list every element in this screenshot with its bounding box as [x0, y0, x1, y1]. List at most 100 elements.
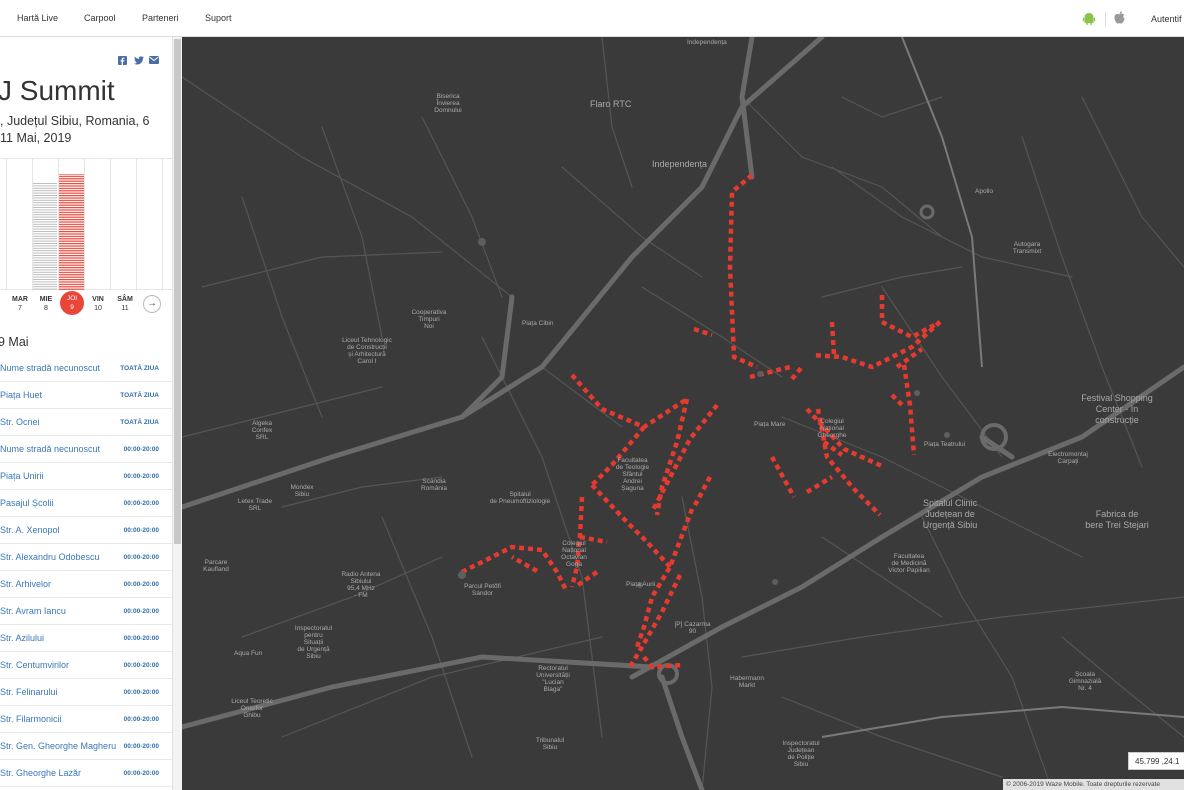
- map-label-inspectoratul-politie: Inspectoratul Județean de Poliție Sibiu: [782, 740, 820, 768]
- map-label-piata-aurii: Piața Aurii: [626, 581, 656, 588]
- map-label-apollo: Apollo: [975, 188, 994, 195]
- street-row[interactable]: Str. Gheorghe Lazăr 00:00-20:00: [0, 760, 172, 787]
- street-closure-time: TOATĂ ZIUA: [120, 365, 159, 372]
- map-label-radio: Radio Antena Sibiului 95,4 MHz - FM: [341, 571, 381, 599]
- street-name[interactable]: Nume stradă necunoscut: [0, 363, 100, 373]
- map-label-parcul-petofi: Parcul Petőfi Sándor: [464, 583, 501, 597]
- street-row[interactable]: Piața Huet TOATĂ ZIUA: [0, 382, 172, 409]
- day-tab-thu-selected[interactable]: JOI 9: [60, 291, 84, 315]
- map-label-independenta: Independența: [652, 159, 708, 169]
- day-traffic-chart: [0, 158, 172, 291]
- android-icon[interactable]: [1083, 12, 1095, 30]
- day-tab-sat[interactable]: SÂM 11: [112, 295, 138, 313]
- street-closure-time: 00:00-20:00: [123, 554, 159, 561]
- login-link[interactable]: Autentif: [1151, 14, 1182, 24]
- street-row[interactable]: Str. Azilului 00:00-20:00: [0, 625, 172, 652]
- street-name[interactable]: Str. Filarmonicii: [0, 714, 62, 724]
- street-row[interactable]: Str. Centumvirilor 00:00-20:00: [0, 652, 172, 679]
- closed-streets-list: Nume stradă necunoscut TOATĂ ZIUA Piața Hu…: [0, 355, 172, 787]
- street-row[interactable]: Str. Arhivelor 00:00-20:00: [0, 571, 172, 598]
- street-row[interactable]: Pasajul Școlii 00:00-20:00: [0, 490, 172, 517]
- street-row[interactable]: Piața Unirii 00:00-20:00: [0, 463, 172, 490]
- map-label-spitalul: Spitalul Clinic Județean de Urgență Sibi…: [922, 498, 978, 530]
- map-label-autogara: Autogara Transmixt: [1012, 241, 1042, 255]
- map-label-tribunalul: Tribunalul Sibiu: [535, 737, 565, 751]
- street-row[interactable]: Str. Felinarului 00:00-20:00: [0, 679, 172, 706]
- street-name[interactable]: Str. Centumvirilor: [0, 660, 69, 670]
- facebook-icon[interactable]: [118, 56, 127, 67]
- street-row[interactable]: Str. Gen. Gheorghe Magheru 00:00-20:00: [0, 733, 172, 760]
- street-closure-time: 00:00-20:00: [123, 689, 159, 696]
- map-label-scoala: Școala Gimnazială Nr. 4: [1068, 671, 1102, 692]
- map-label-cazarma: [P] Cazarma 90: [674, 621, 711, 635]
- event-sidebar: J Summit , Județul Sibiu, Romania, 6 11 …: [0, 37, 182, 790]
- email-icon[interactable]: [149, 56, 159, 66]
- street-row[interactable]: Str. Alexandru Odobescu 00:00-20:00: [0, 544, 172, 571]
- street-row[interactable]: Nume stradă necunoscut 00:00-20:00: [0, 436, 172, 463]
- street-name[interactable]: Str. Ocnei: [0, 417, 40, 427]
- street-closure-time: 00:00-20:00: [123, 716, 159, 723]
- map-label-piata-cibin: Piața Cibin: [522, 320, 554, 327]
- street-name[interactable]: Str. Gen. Gheorghe Magheru: [0, 741, 116, 751]
- map-label-rectoratul: Rectoratul Universității "Lucian Blaga": [536, 665, 570, 693]
- map-canvas[interactable]: [182, 37, 1184, 790]
- map-label-independenta-top: Independența: [687, 39, 727, 46]
- nav-live-map[interactable]: Hartă Live: [17, 13, 58, 23]
- map-label-piata-teatrului: Piața Teatrului: [924, 441, 966, 448]
- street-row[interactable]: Str. Ocnei TOATĂ ZIUA: [0, 409, 172, 436]
- scrollbar-thumb[interactable]: [174, 39, 181, 544]
- street-name[interactable]: Pasajul Școlii: [0, 498, 54, 508]
- map-label-cooperativa: Cooperativa Timpuri Noi: [411, 309, 447, 330]
- top-navigation-bar: Hartă Live Carpool Parteneri Suport Aute…: [0, 0, 1184, 37]
- street-closure-time: 00:00-20:00: [123, 446, 159, 453]
- next-day-button[interactable]: →: [143, 295, 161, 313]
- day-tab-fri[interactable]: VIN 10: [85, 295, 111, 313]
- street-name[interactable]: Str. Azilului: [0, 633, 44, 643]
- street-name[interactable]: Str. Alexandru Odobescu: [0, 552, 100, 562]
- street-name[interactable]: Str. Avram Iancu: [0, 606, 66, 616]
- map-label-facultatea-teologie: Facultatea de Teologie Sfântul Andrei Șa…: [615, 457, 650, 492]
- map-label-inspectoratul: Inspectoratul pentru Situații de Urgență…: [294, 625, 333, 660]
- nav-partners[interactable]: Parteneri: [142, 13, 179, 23]
- map-label-scandia: Scandia România: [420, 478, 447, 492]
- street-row[interactable]: Str. Filarmonicii 00:00-20:00: [0, 706, 172, 733]
- map-label-fabrica: Fabrica de bere Trei Stejari: [1085, 509, 1149, 530]
- live-map[interactable]: Independența Flaro RTC Independența Piaț…: [182, 37, 1184, 790]
- street-closure-time: 00:00-20:00: [123, 770, 159, 777]
- map-label-facultatea: Facultatea de Medicină Victor Papilian: [888, 553, 930, 574]
- street-closure-time: 00:00-20:00: [123, 743, 159, 750]
- day-tab-tue[interactable]: MAR 7: [7, 295, 33, 313]
- map-label-liceul: Liceul Tehnologic de Construcții și Arhi…: [342, 337, 392, 365]
- street-row[interactable]: Str. Avram Iancu 00:00-20:00: [0, 598, 172, 625]
- coordinates-readout: 45.799 ,24.1: [1128, 752, 1184, 770]
- street-name[interactable]: Str. Felinarului: [0, 687, 58, 697]
- street-closure-time: 00:00-20:00: [123, 581, 159, 588]
- apple-icon[interactable]: [1114, 11, 1125, 29]
- event-location: , Județul Sibiu, Romania, 6: [0, 114, 150, 128]
- street-name[interactable]: Str. Gheorghe Lazăr: [0, 768, 81, 778]
- nav-support[interactable]: Suport: [205, 13, 232, 23]
- divider: [1105, 12, 1106, 26]
- street-closure-time: 00:00-20:00: [123, 527, 159, 534]
- map-label-liceul-teoretic: Liceul Teoretic Onisifor Ghibu: [231, 698, 273, 719]
- sidebar-scrollbar[interactable]: [172, 37, 182, 790]
- street-name[interactable]: Piața Unirii: [0, 471, 44, 481]
- street-name[interactable]: Str. A. Xenopol: [0, 525, 60, 535]
- map-label-spitalul-pneumo: Spitalul de Pneumoftiziologie: [489, 491, 551, 505]
- map-label-colegiul-national: Colegiul Național Octavian Goga: [561, 540, 587, 568]
- twitter-icon[interactable]: [134, 56, 144, 67]
- map-label-festival: Festival Shopping Center - în construcți…: [1081, 393, 1153, 425]
- map-label-algeka: Algeka Confex SRL: [251, 420, 273, 441]
- day-tab-wed[interactable]: MIE 8: [33, 295, 59, 313]
- street-closure-time: TOATĂ ZIUA: [120, 419, 159, 426]
- street-closure-time: 00:00-20:00: [123, 608, 159, 615]
- street-name[interactable]: Piața Huet: [0, 390, 42, 400]
- street-name[interactable]: Str. Arhivelor: [0, 579, 51, 589]
- street-row[interactable]: Str. A. Xenopol 00:00-20:00: [0, 517, 172, 544]
- street-name[interactable]: Nume stradă necunoscut: [0, 444, 100, 454]
- street-row[interactable]: Nume stradă necunoscut TOATĂ ZIUA: [0, 355, 172, 382]
- map-label-colegiul-gheorghe: Colegiul Național Gheorghe: [817, 418, 847, 439]
- nav-carpool[interactable]: Carpool: [84, 13, 116, 23]
- map-label-piata-mare: Piața Mare: [754, 421, 786, 428]
- map-label-parcare: Parcare Kaufland: [203, 559, 229, 573]
